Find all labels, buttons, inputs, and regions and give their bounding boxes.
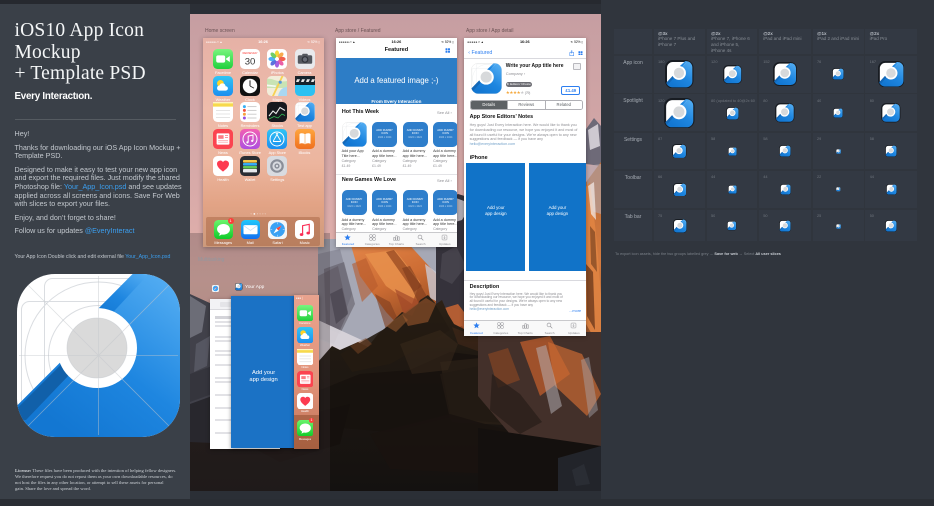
svg-text:WEDNESDAY: WEDNESDAY [242, 52, 258, 55]
svg-text:30: 30 [245, 57, 256, 68]
